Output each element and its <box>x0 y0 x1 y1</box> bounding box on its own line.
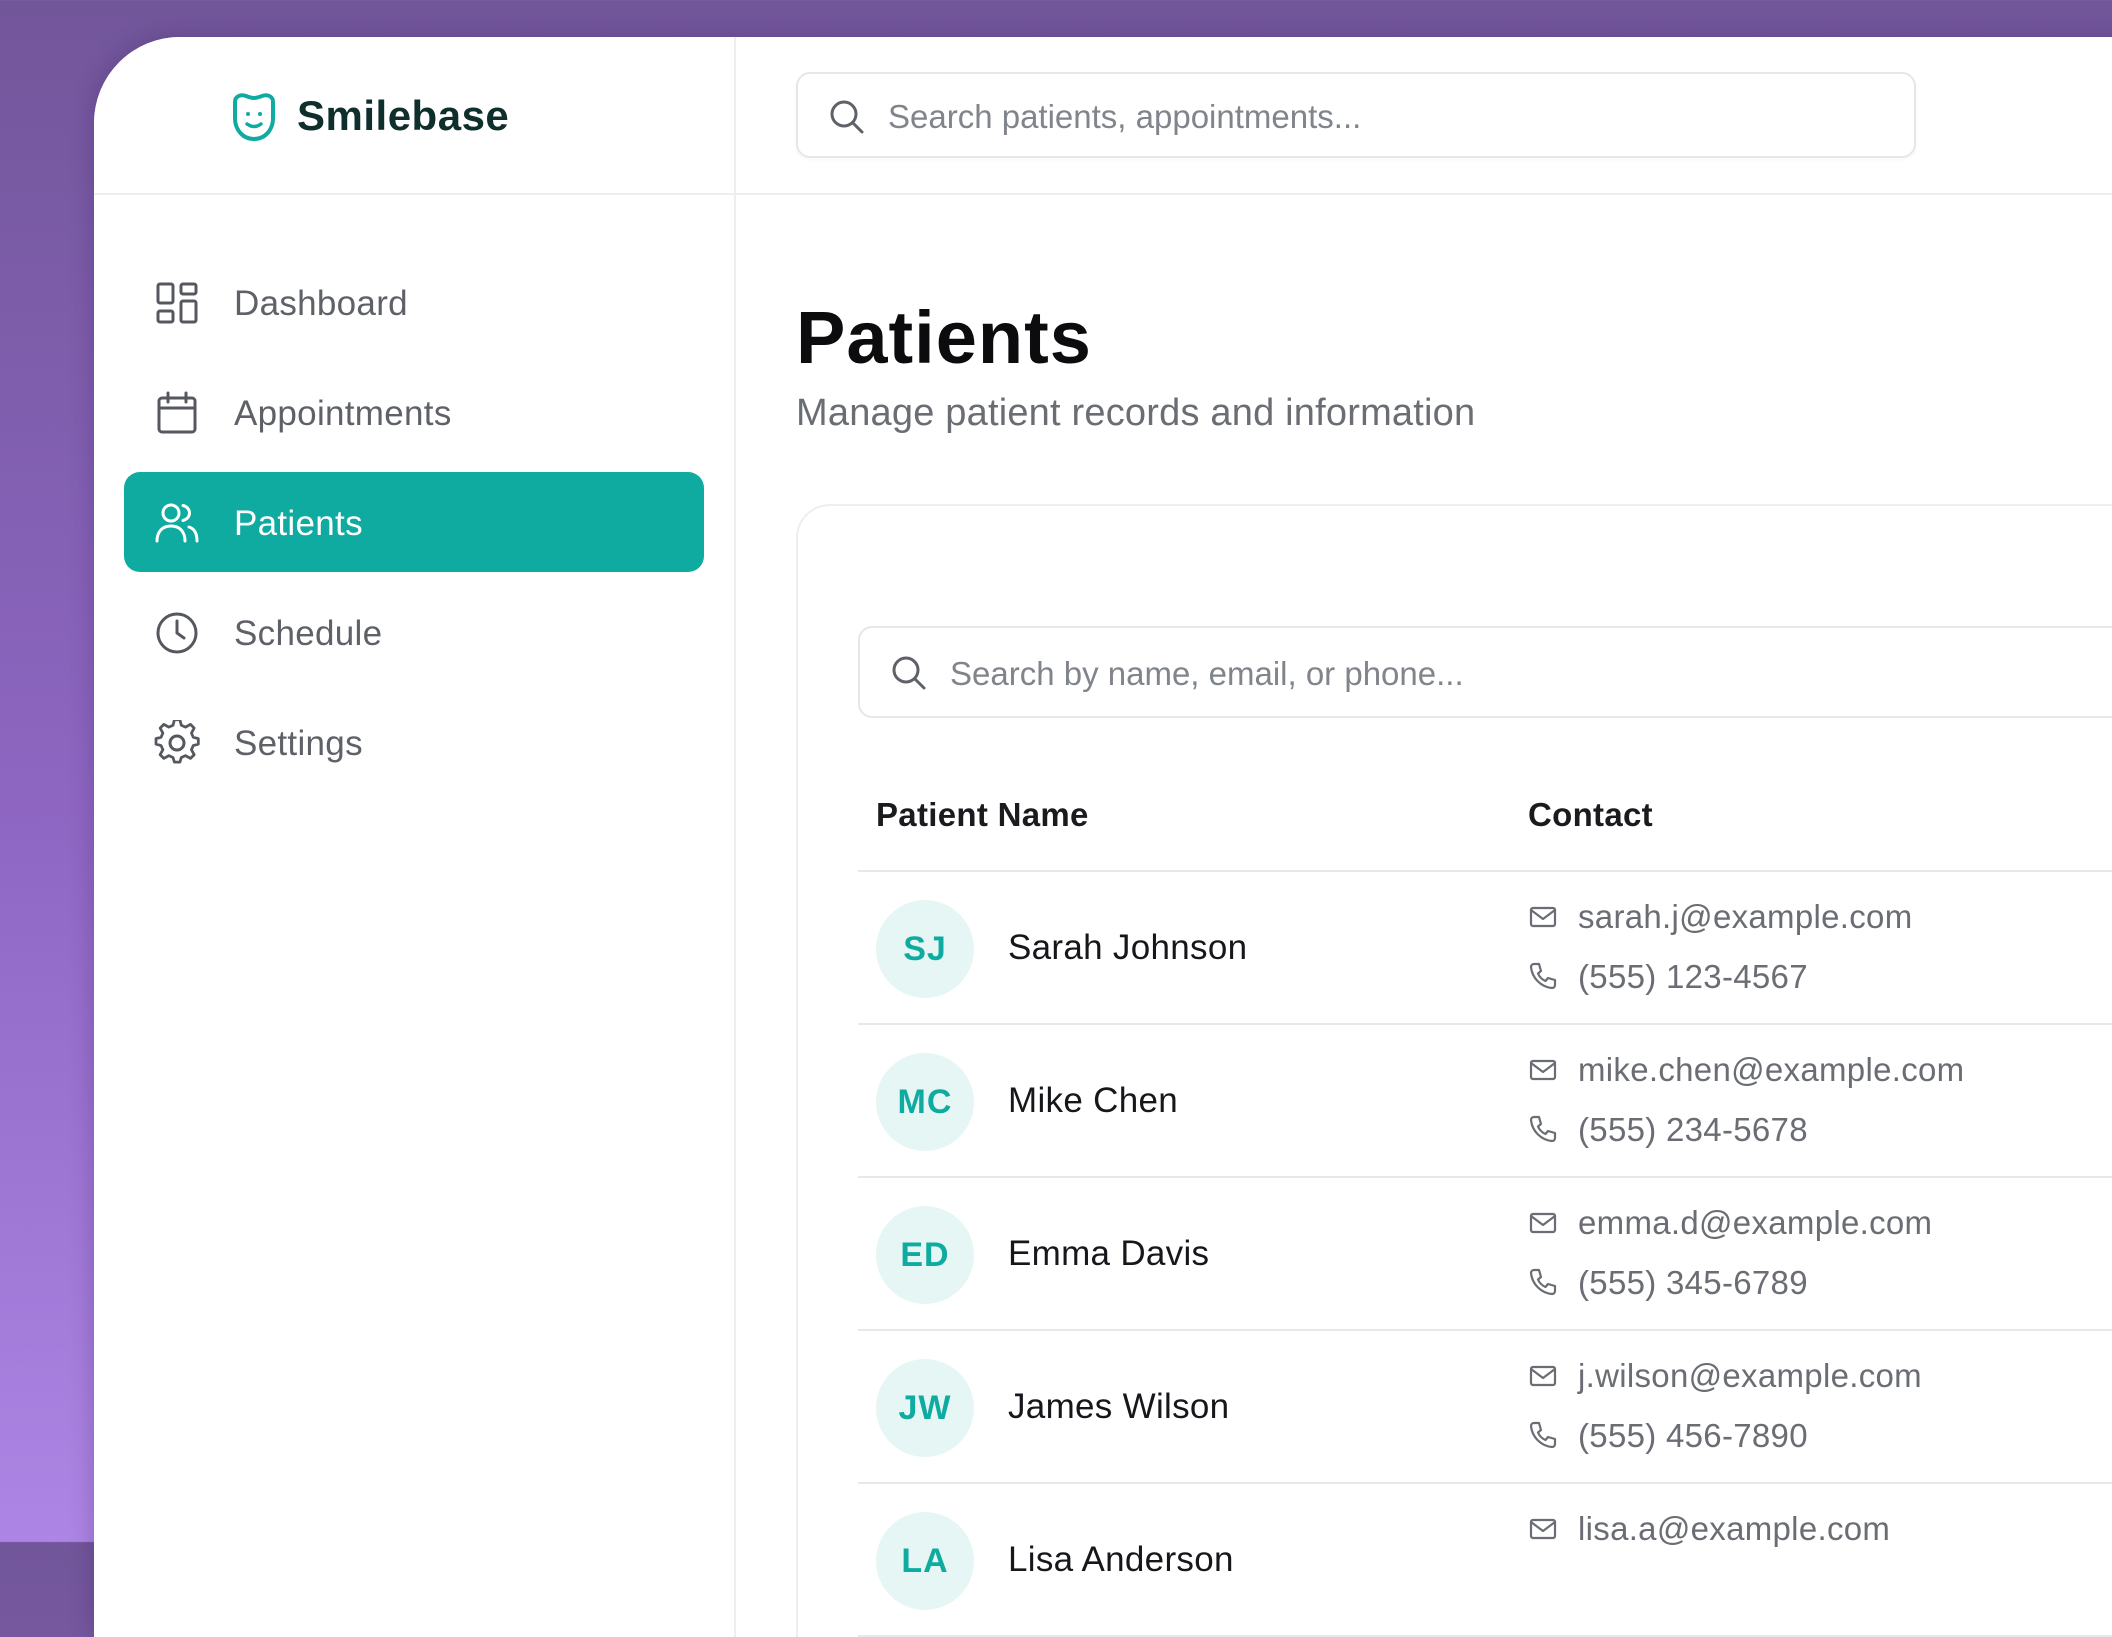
logo[interactable]: Smilebase <box>94 37 734 195</box>
tooth-logo-icon <box>233 93 275 141</box>
patient-name[interactable]: Mike Chen <box>1008 1081 1178 1121</box>
patient-name[interactable]: Lisa Anderson <box>1008 1540 1234 1580</box>
patient-search-input[interactable] <box>948 648 2112 700</box>
patient-name[interactable]: James Wilson <box>1008 1387 1229 1427</box>
table-row[interactable]: MC Mike Chen mike.chen@example.com (555)… <box>858 1025 2112 1178</box>
patient-phone[interactable]: (555) 234-5678 <box>1578 1111 1808 1149</box>
sidebar-item-label: Patients <box>234 504 363 543</box>
avatar: LA <box>876 1512 974 1610</box>
sidebar-item-dashboard[interactable]: Dashboard <box>124 252 704 352</box>
patient-name[interactable]: Sarah Johnson <box>1008 928 1247 968</box>
patient-email[interactable]: emma.d@example.com <box>1578 1204 1932 1242</box>
page-subtitle: Manage patient records and information <box>796 392 1476 434</box>
table-header: Patient Name Contact <box>858 766 2112 872</box>
column-header-contact[interactable]: Contact <box>1528 796 1653 834</box>
patient-email[interactable]: lisa.a@example.com <box>1578 1510 1890 1548</box>
mail-icon <box>1529 1365 1557 1387</box>
patient-phone[interactable]: (555) 456-7890 <box>1578 1417 1808 1455</box>
sidebar: Smilebase Dashboard Appointments Patient… <box>94 37 736 1637</box>
mail-icon <box>1529 1059 1557 1081</box>
patient-phone[interactable]: (555) 123-4567 <box>1578 958 1808 996</box>
avatar: JW <box>876 1359 974 1457</box>
search-icon <box>892 656 926 690</box>
phone-icon <box>1529 1421 1557 1449</box>
sidebar-item-label: Schedule <box>234 614 383 653</box>
patient-phone[interactable]: (555) 345-6789 <box>1578 1264 1808 1302</box>
phone-icon <box>1529 1268 1557 1296</box>
sidebar-item-label: Appointments <box>234 394 452 433</box>
app-name: Smilebase <box>297 92 510 139</box>
sidebar-nav: Dashboard Appointments Patients Schedule… <box>124 252 704 802</box>
main-content: Patients Manage patient records and info… <box>736 37 2112 1637</box>
dashboard-icon <box>156 282 198 324</box>
app-window: Smilebase Dashboard Appointments Patient… <box>94 37 2112 1637</box>
users-icon <box>155 503 199 543</box>
mail-icon <box>1529 906 1557 928</box>
patient-name[interactable]: Emma Davis <box>1008 1234 1209 1274</box>
table-row[interactable]: SJ Sarah Johnson sarah.j@example.com (55… <box>858 872 2112 1025</box>
patients-table: Patient Name Contact SJ Sarah Johnson sa… <box>858 766 2112 1637</box>
patient-email[interactable]: sarah.j@example.com <box>1578 898 1913 936</box>
avatar: MC <box>876 1053 974 1151</box>
clock-icon <box>156 612 198 654</box>
sidebar-item-settings[interactable]: Settings <box>124 692 704 792</box>
sidebar-item-patients[interactable]: Patients <box>124 472 704 572</box>
sidebar-item-schedule[interactable]: Schedule <box>124 582 704 682</box>
patient-search[interactable] <box>858 626 2112 718</box>
patients-card: Patient Name Contact SJ Sarah Johnson sa… <box>796 504 2112 1637</box>
sidebar-item-label: Dashboard <box>234 284 408 323</box>
sidebar-item-label: Settings <box>234 724 363 763</box>
avatar: SJ <box>876 900 974 998</box>
page-title: Patients <box>796 296 1092 379</box>
table-row[interactable]: LA Lisa Anderson lisa.a@example.com <box>858 1484 2112 1637</box>
table-row[interactable]: ED Emma Davis emma.d@example.com (555) 3… <box>858 1178 2112 1331</box>
search-icon <box>830 100 864 134</box>
global-search[interactable] <box>796 72 1916 158</box>
mail-icon <box>1529 1212 1557 1234</box>
global-search-input[interactable] <box>886 92 1890 142</box>
sidebar-item-appointments[interactable]: Appointments <box>124 362 704 462</box>
phone-icon <box>1529 1115 1557 1143</box>
phone-icon <box>1529 962 1557 990</box>
mail-icon <box>1529 1518 1557 1540</box>
patient-email[interactable]: j.wilson@example.com <box>1578 1357 1922 1395</box>
top-bar <box>736 37 2112 195</box>
table-row[interactable]: JW James Wilson j.wilson@example.com (55… <box>858 1331 2112 1484</box>
patient-email[interactable]: mike.chen@example.com <box>1578 1051 1964 1089</box>
column-header-patient-name[interactable]: Patient Name <box>876 796 1089 834</box>
calendar-icon <box>157 391 197 434</box>
gear-icon <box>154 720 200 764</box>
avatar: ED <box>876 1206 974 1304</box>
